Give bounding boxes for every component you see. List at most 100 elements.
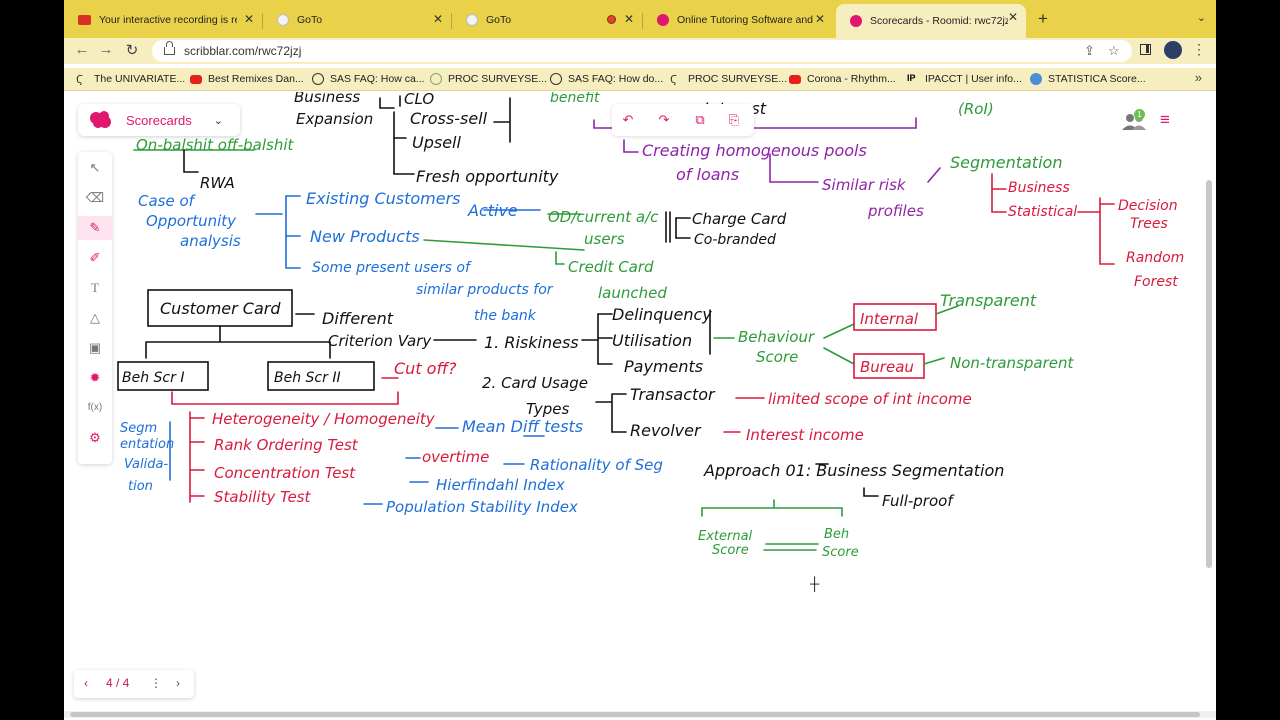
note-decision: Decision	[1118, 198, 1178, 214]
bookmark-item[interactable]: Corona - Rhythm...	[789, 71, 896, 87]
whiteboard-canvas[interactable]: Business CLO Expansion Cross-sell Upsell…	[64, 92, 1216, 712]
url-text[interactable]: scribblar.com/rwc72jzj	[184, 44, 301, 58]
note-similar-products: similar products for	[416, 282, 554, 298]
s-logo-icon: Ϛ	[670, 73, 678, 86]
close-tab-icon[interactable]: ✕	[244, 12, 254, 26]
close-tab-icon[interactable]: ✕	[815, 12, 825, 26]
tab-goto-2[interactable]: GoTo ✕	[452, 6, 642, 34]
bookmark-item[interactable]: Ϛ The UNIVARIATE...	[76, 71, 185, 87]
bookmark-item[interactable]: Ϛ PROC SURVEYSE...	[670, 71, 787, 87]
next-page-button[interactable]: ›	[176, 676, 180, 690]
image-tool-icon[interactable]: ▣	[78, 336, 112, 360]
reload-button[interactable]: ↻	[122, 41, 142, 59]
close-tab-icon[interactable]: ✕	[433, 12, 443, 26]
color-palette-icon[interactable]: ✹	[78, 366, 112, 390]
eraser-tool-icon[interactable]: ⌫	[78, 186, 112, 210]
tab-title: GoTo	[297, 14, 323, 26]
bookmarks-bar: Ϛ The UNIVARIATE... Best Remixes Dan... S…	[64, 68, 1216, 91]
redo-icon[interactable]: ↷	[656, 112, 672, 128]
bookmark-item[interactable]: SAS FAQ: How ca...	[312, 71, 425, 87]
more-bookmarks-icon[interactable]: »	[1195, 70, 1202, 85]
back-button[interactable]: ←	[72, 41, 92, 58]
bookmark-item[interactable]: Best Remixes Dan...	[190, 71, 304, 87]
note-beh: Beh	[824, 527, 849, 542]
note-rank-ordering: Rank Ordering Test	[214, 436, 359, 454]
marker-tool-icon[interactable]: ✐	[78, 246, 112, 270]
page-menu-icon[interactable]: ⋮	[150, 676, 162, 690]
note-score: Score	[756, 348, 798, 366]
note-riskiness: 1. Riskiness	[484, 333, 579, 352]
close-tab-icon[interactable]: ✕	[624, 12, 634, 26]
scribblar-icon	[850, 15, 862, 27]
settings-gear-icon[interactable]: ⚙	[78, 426, 112, 450]
goto-icon	[277, 14, 289, 26]
scrollbar-thumb[interactable]	[70, 712, 1200, 717]
note-fullproof: Full-proof	[882, 492, 955, 510]
paste-icon[interactable]: ⎘	[726, 112, 742, 128]
scribblar-icon	[657, 14, 669, 26]
youtube-icon	[789, 74, 801, 84]
note-segm: Segm	[120, 421, 157, 436]
note-criterion-vary: Criterion Vary	[328, 332, 432, 350]
tab-title: Online Tutoring Software and	[677, 14, 813, 26]
pencil-tool-icon[interactable]: ✎	[78, 216, 112, 240]
browser-toolbar: ← → ↻ scribblar.com/rwc72jzj ⇪ ☆ ⋮	[64, 38, 1216, 64]
scribblar-logo-icon	[90, 111, 111, 128]
note-tion: tion	[128, 479, 153, 494]
address-bar[interactable]: scribblar.com/rwc72jzj ⇪ ☆	[152, 40, 1132, 62]
drawing-tools-panel: ↖ ⌫ ✎ ✐ T △ ▣ ✹ f(x) ⚙	[78, 152, 112, 464]
new-tab-button[interactable]: +	[1038, 9, 1048, 29]
horizontal-scrollbar[interactable]	[64, 711, 1216, 718]
profile-avatar[interactable]	[1164, 41, 1182, 59]
edit-toolbar: ↶ ↷ ⧉ ⎘	[612, 104, 754, 136]
bookmark-label: Corona - Rhythm...	[807, 73, 896, 85]
bookmark-item[interactable]: SAS FAQ: How do...	[550, 71, 663, 87]
page-indicator: 4 / 4	[106, 676, 130, 690]
chevron-down-icon: ⌄	[213, 114, 223, 127]
shapes-tool-icon[interactable]: △	[78, 306, 112, 330]
forward-button[interactable]: →	[96, 41, 116, 58]
note-overtime: overtime	[422, 448, 489, 466]
formula-tool-icon[interactable]: f(x)	[78, 396, 112, 420]
note-internal: Internal	[860, 310, 919, 328]
tab-online-tutoring[interactable]: Online Tutoring Software and ✕	[643, 6, 833, 34]
tab-search-chevron-icon[interactable]: ⌄	[1197, 11, 1206, 24]
note-random: Random	[1126, 250, 1184, 266]
note-entation: entation	[120, 437, 174, 452]
note-delinquency: Delinquency	[612, 305, 712, 324]
bookmark-item[interactable]: IP IPACCT | User info...	[907, 71, 1022, 87]
browser-menu-icon[interactable]: ⋮	[1192, 41, 1206, 58]
vertical-scrollbar[interactable]	[1206, 180, 1212, 568]
note-opportunity: Opportunity	[146, 212, 237, 230]
bookmark-label: SAS FAQ: How ca...	[330, 73, 425, 85]
room-menu-button[interactable]: Scorecards ⌄	[78, 104, 240, 136]
note-rwa: RWA	[200, 174, 235, 192]
bookmark-item[interactable]: STATISTICA Score...	[1030, 71, 1146, 87]
browser-window: Your interactive recording is ready ✕ Go…	[64, 0, 1216, 720]
note-external: External	[698, 529, 753, 544]
menu-icon[interactable]: ≡	[1160, 110, 1170, 130]
side-panel-icon[interactable]	[1140, 44, 1151, 55]
s-logo-icon: Ϛ	[76, 73, 84, 86]
note-payments: Payments	[624, 357, 703, 376]
undo-icon[interactable]: ↶	[620, 112, 636, 128]
text-tool-icon[interactable]: T	[78, 276, 112, 300]
tab-recording[interactable]: Your interactive recording is ready ✕	[64, 6, 262, 34]
note-approach: Approach 01: Business Segmentation	[703, 461, 1004, 480]
note-heterogeneity: Heterogeneity / Homogeneity	[212, 410, 436, 428]
copy-icon[interactable]: ⧉	[692, 112, 708, 128]
bookmark-item[interactable]: PROC SURVEYSE...	[430, 71, 547, 87]
close-tab-icon[interactable]: ✕	[1008, 10, 1018, 24]
previous-page-button[interactable]: ‹	[84, 676, 88, 690]
share-icon[interactable]: ⇪	[1084, 43, 1095, 59]
tab-goto-1[interactable]: GoTo ✕	[263, 6, 451, 34]
ip-logo-icon: IP	[907, 73, 916, 83]
note-launched: launched	[598, 284, 667, 302]
note-analysis: analysis	[180, 232, 241, 250]
select-tool-icon[interactable]: ↖	[78, 156, 112, 180]
note-on-off-balance: On-balshit off-balshit	[136, 136, 295, 154]
bookmark-star-icon[interactable]: ☆	[1108, 43, 1120, 59]
note-interest-income: Interest income	[746, 426, 864, 444]
note-mean-diff: Mean Diff tests	[462, 417, 583, 436]
tab-scorecards[interactable]: Scorecards - Roomid: rwc72jzj ✕	[836, 4, 1026, 38]
